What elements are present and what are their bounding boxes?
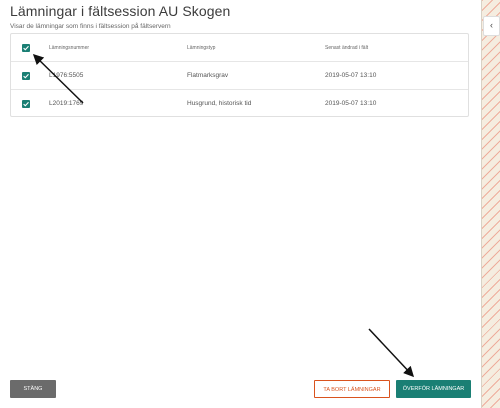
row-type: Flatmarksgrav	[187, 72, 229, 79]
map-panel-edge	[481, 0, 500, 408]
checkmark-icon	[23, 73, 29, 79]
row-checkbox[interactable]	[22, 100, 30, 108]
collapse-panel-button[interactable]: ‹	[483, 16, 500, 36]
row-number: L2019:1769	[49, 100, 84, 107]
row-modified: 2019-05-07 13:10	[325, 72, 377, 79]
table-header-row: Lämningsnummer Lämningstyp Senast ändrad…	[11, 34, 468, 62]
select-all-checkbox[interactable]	[22, 44, 30, 52]
column-header-type[interactable]: Lämningstyp	[187, 34, 215, 62]
transfer-remains-button[interactable]: ÖVERFÖR LÄMNINGAR	[396, 380, 471, 398]
dialog-title: Lämningar i fältsession AU Skogen	[10, 3, 231, 19]
transfer-dialog: Lämningar i fältsession AU Skogen Visar …	[0, 0, 481, 408]
table-row[interactable]: L1976:5505 Flatmarksgrav 2019-05-07 13:1…	[11, 62, 468, 90]
close-button[interactable]: STÄNG	[10, 380, 56, 398]
column-header-modified[interactable]: Senast ändrad i fält	[325, 34, 368, 62]
remains-table: Lämningsnummer Lämningstyp Senast ändrad…	[10, 33, 469, 117]
dialog-subtitle: Visar de lämningar som finns i fältsessi…	[10, 23, 171, 30]
remove-remains-button[interactable]: TA BORT LÄMNINGAR	[314, 380, 390, 398]
chevron-left-icon: ‹	[490, 20, 493, 30]
checkmark-icon	[23, 101, 29, 107]
table-row[interactable]: L2019:1769 Husgrund, historisk tid 2019-…	[11, 90, 468, 118]
column-header-number[interactable]: Lämningsnummer	[49, 34, 89, 62]
row-type: Husgrund, historisk tid	[187, 100, 252, 107]
row-modified: 2019-05-07 13:10	[325, 100, 377, 107]
row-number: L1976:5505	[49, 72, 84, 79]
checkmark-icon	[23, 45, 29, 51]
row-checkbox[interactable]	[22, 72, 30, 80]
